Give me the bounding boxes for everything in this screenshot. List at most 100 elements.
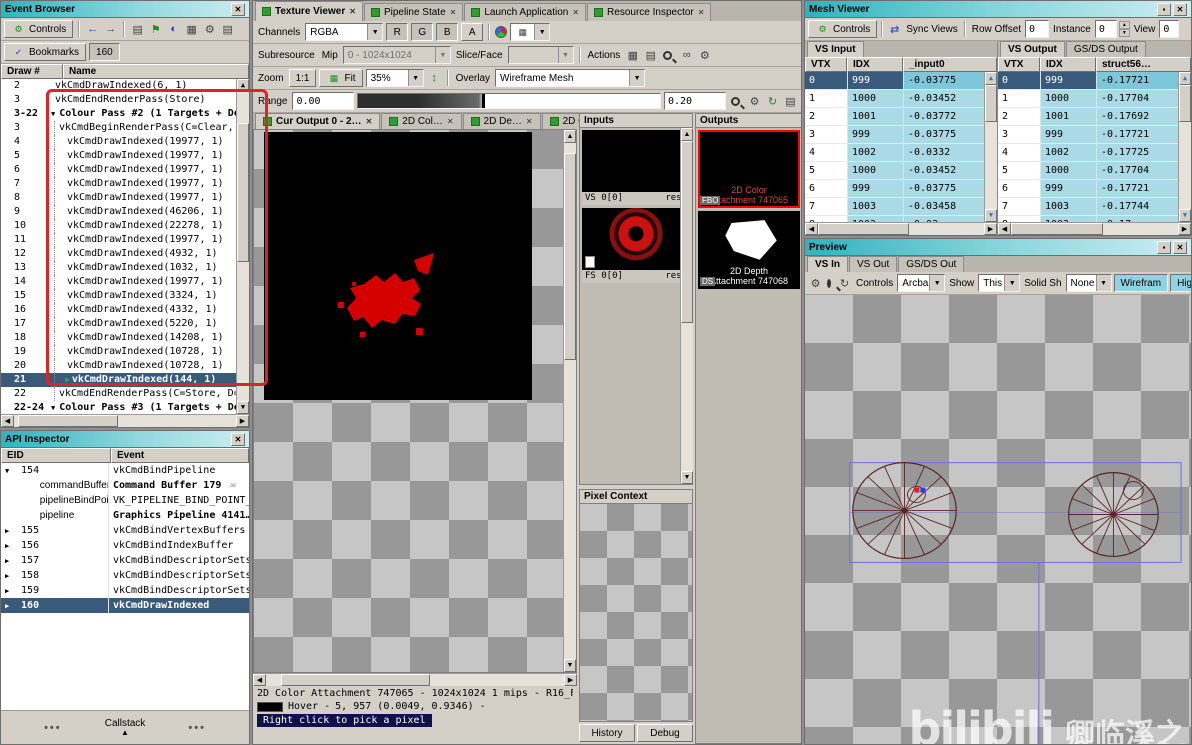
close-icon[interactable]: ✕ bbox=[1173, 240, 1187, 254]
vs-input-vscrollbar[interactable]: ▲ ▼ bbox=[984, 72, 997, 222]
input-thumbnail-res7[interactable]: FS 0[0] res7 bbox=[582, 207, 690, 283]
tab-close-icon[interactable]: ✕ bbox=[366, 117, 373, 126]
scroll-up-icon[interactable]: ▲ bbox=[681, 128, 693, 141]
scroll-down-icon[interactable]: ▼ bbox=[681, 471, 693, 484]
event-list-vscrollbar[interactable]: ▲ ▼ bbox=[236, 79, 249, 414]
save-icon[interactable]: ▦ bbox=[184, 23, 199, 36]
expand-icon[interactable]: ▶ bbox=[5, 584, 15, 598]
tab-close-icon[interactable]: ✕ bbox=[447, 117, 454, 126]
preview-tab[interactable]: VS Out bbox=[849, 256, 898, 272]
scroll-up-icon[interactable]: ▲ bbox=[237, 79, 249, 92]
render-hscrollbar[interactable]: ◀ ▶ bbox=[253, 673, 577, 686]
event-row[interactable]: 5 vkCmdDrawIndexed(19977, 1) bbox=[1, 149, 249, 163]
mesh-data-row[interactable]: 7 1003 -0.17744 bbox=[998, 198, 1191, 216]
float-panel-icon[interactable]: ▪ bbox=[1157, 240, 1171, 254]
scroll-left-icon[interactable]: ◀ bbox=[998, 223, 1011, 235]
open-texture-icon[interactable]: ▤ bbox=[643, 49, 658, 62]
gamma-display-icon[interactable] bbox=[495, 26, 508, 38]
mesh-data-row[interactable]: 6 999 -0.17721 bbox=[998, 180, 1191, 198]
vs-output-tab[interactable]: VS Output bbox=[1000, 41, 1065, 57]
event-row[interactable]: 3-22 ▼ Colour Pass #2 (1 Targets + Depth… bbox=[1, 107, 249, 121]
reset-range-icon[interactable]: ↻ bbox=[765, 95, 780, 108]
event-row[interactable]: 17 vkCmdDrawIndexed(5220, 1) bbox=[1, 317, 249, 331]
magnifier-icon[interactable] bbox=[663, 50, 673, 60]
event-row[interactable]: 22 vkCmdEndRenderPass(C=Store, D=Stor bbox=[1, 387, 249, 401]
api-event-row[interactable]: ▶ 158 vkCmdBindDescriptorSets bbox=[1, 568, 249, 583]
event-row[interactable]: 2 vkCmdDrawIndexed(6, 1) bbox=[1, 79, 249, 93]
channel-g-button[interactable]: G bbox=[411, 23, 434, 41]
tab-vs-input[interactable]: VS Input bbox=[807, 41, 864, 57]
api-event-row[interactable]: pipelineBindPoint VK_PIPELINE_BIND_POINT… bbox=[1, 493, 249, 508]
history-button[interactable]: History bbox=[579, 724, 635, 742]
texture-render-view[interactable]: ▲ ▼ bbox=[253, 129, 577, 673]
api-event-row[interactable]: ▶ 155 vkCmdBindVertexBuffers bbox=[1, 523, 249, 538]
tab-close-icon[interactable]: ✕ bbox=[698, 8, 705, 17]
wireframe-toggle-button[interactable]: Wirefram bbox=[1113, 274, 1169, 292]
event-row[interactable]: 16 vkCmdDrawIndexed(4332, 1) bbox=[1, 303, 249, 317]
api-event-row[interactable]: ▼ 154 vkCmdBindPipeline bbox=[1, 463, 249, 478]
mesh-data-row[interactable]: 6 999 -0.03775 bbox=[805, 180, 997, 198]
channel-a-button[interactable]: A bbox=[461, 23, 484, 41]
pixel-context-view[interactable] bbox=[579, 504, 693, 722]
event-row[interactable]: 4 vkCmdDrawIndexed(19977, 1) bbox=[1, 135, 249, 149]
range-max-input[interactable] bbox=[664, 92, 726, 110]
mesh-data-row[interactable]: 1 1000 -0.03452 bbox=[805, 90, 997, 108]
vs-output-vscrollbar[interactable]: ▲ ▼ bbox=[1178, 72, 1191, 222]
event-row[interactable]: 19 vkCmdDrawIndexed(10728, 1) bbox=[1, 345, 249, 359]
debug-button[interactable]: Debug bbox=[637, 724, 693, 742]
render-vscrollbar[interactable]: ▲ ▼ bbox=[563, 130, 576, 672]
event-row[interactable]: 22-24 ▼ Colour Pass #3 (1 Targets + Dept… bbox=[1, 401, 249, 414]
bookmark-160-button[interactable]: 160 bbox=[89, 43, 120, 61]
flag-icon[interactable]: ⚑ bbox=[148, 23, 163, 36]
expand-icon[interactable]: ▶ bbox=[5, 599, 15, 613]
thumbnail-image[interactable] bbox=[582, 130, 690, 192]
channels-select[interactable]: RGBA ▼ bbox=[305, 23, 384, 41]
mesh-data-row[interactable]: 4 1002 -0.0332 bbox=[805, 144, 997, 162]
gear-icon[interactable]: ⚙ bbox=[808, 277, 823, 290]
mesh-data-row[interactable]: 4 1002 -0.17725 bbox=[998, 144, 1191, 162]
event-row[interactable]: 6 vkCmdDrawIndexed(19977, 1) bbox=[1, 163, 249, 177]
inputs-vscrollbar[interactable]: ▲ ▼ bbox=[680, 128, 693, 484]
scroll-right-icon[interactable]: ▶ bbox=[236, 415, 249, 427]
event-row[interactable]: 7 vkCmdDrawIndexed(19977, 1) bbox=[1, 177, 249, 191]
scroll-down-icon[interactable]: ▼ bbox=[237, 401, 249, 414]
event-row[interactable]: 14 vkCmdDrawIndexed(19977, 1) bbox=[1, 275, 249, 289]
event-row[interactable]: 18 vkCmdDrawIndexed(14208, 1) bbox=[1, 331, 249, 345]
magnifier-icon[interactable] bbox=[827, 278, 831, 288]
scroll-right-icon[interactable]: ▶ bbox=[1178, 223, 1191, 235]
api-event-row[interactable]: pipeline Graphics Pipeline 4141… bbox=[1, 508, 249, 523]
tab-close-icon[interactable]: ✕ bbox=[349, 7, 356, 16]
forward-icon[interactable]: → bbox=[103, 23, 118, 35]
histogram-icon[interactable]: ▤ bbox=[783, 95, 798, 108]
highlight-toggle-button[interactable]: High bbox=[1170, 274, 1191, 292]
event-row[interactable]: 3 vkCmdBeginRenderPass(C=Clear, D=C… bbox=[1, 121, 249, 135]
range-min-input[interactable] bbox=[292, 92, 355, 110]
vs-input-hscrollbar[interactable]: ◀ ▶ bbox=[805, 222, 997, 235]
range-slider-handle[interactable] bbox=[482, 94, 486, 108]
view-input[interactable] bbox=[1159, 20, 1180, 38]
api-event-row[interactable]: ▶ 156 vkCmdBindIndexBuffer bbox=[1, 538, 249, 553]
row-offset-input[interactable] bbox=[1025, 20, 1050, 38]
main-tab[interactable]: Resource Inspector ✕ bbox=[587, 3, 712, 21]
api-event-row[interactable]: ▶ 160 vkCmdDrawIndexed bbox=[1, 598, 249, 613]
range-slider[interactable] bbox=[357, 93, 661, 109]
expand-icon[interactable]: ▶ bbox=[5, 539, 15, 553]
bookmarks-button[interactable]: ✓ Bookmarks bbox=[4, 43, 87, 61]
zoom-1-1-button[interactable]: 1:1 bbox=[288, 69, 317, 87]
sync-views-icon[interactable]: ⇄ bbox=[887, 23, 902, 36]
event-row[interactable]: 9 vkCmdDrawIndexed(46206, 1) bbox=[1, 205, 249, 219]
event-row[interactable]: 11 vkCmdDrawIndexed(19977, 1) bbox=[1, 233, 249, 247]
input-thumbnail-res5[interactable]: VS 0[0] res5 bbox=[582, 130, 690, 205]
overlay-select[interactable]: Wireframe Mesh ▼ bbox=[495, 69, 646, 87]
mesh-data-row[interactable]: 5 1000 -0.03452 bbox=[805, 162, 997, 180]
instance-stepper[interactable]: ▲ ▼ bbox=[1118, 21, 1130, 37]
close-icon[interactable]: ✕ bbox=[231, 432, 245, 446]
resize-grip[interactable]: ••• bbox=[1, 722, 105, 734]
clock-icon[interactable]: ◐ bbox=[166, 23, 181, 35]
main-tab[interactable]: Texture Viewer ✕ bbox=[255, 1, 363, 21]
texture-doc-tab[interactable]: Cur Output 0 - 2… ✕ bbox=[255, 113, 381, 129]
bookmark-list-icon[interactable]: ▤ bbox=[220, 23, 235, 36]
scroll-up-icon[interactable]: ▲ bbox=[564, 130, 576, 143]
vs-output-hscrollbar[interactable]: ◀ ▶ bbox=[998, 222, 1191, 235]
event-row[interactable]: 8 vkCmdDrawIndexed(19977, 1) bbox=[1, 191, 249, 205]
